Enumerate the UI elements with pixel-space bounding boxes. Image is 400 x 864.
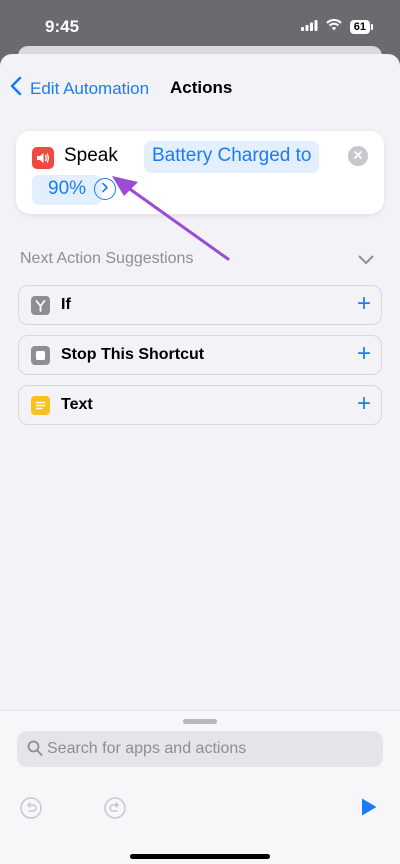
suggestion-text[interactable]: Text + (18, 385, 382, 425)
search-bar[interactable] (17, 731, 383, 767)
add-icon[interactable]: + (357, 390, 371, 418)
redo-icon[interactable] (104, 797, 126, 824)
suggestion-if[interactable]: If + (18, 285, 382, 325)
actions-sheet: Edit Automation Actions Speak Battery Ch… (0, 54, 400, 864)
search-input[interactable] (47, 731, 367, 767)
text-parameter-continued[interactable]: 90% (32, 175, 103, 205)
signal-icon (300, 18, 318, 36)
status-time: 9:45 (45, 17, 80, 36)
undo-icon[interactable] (20, 797, 42, 824)
back-label: Edit Automation (30, 78, 150, 98)
battery-indicator: 61 (349, 20, 374, 34)
chevron-down-icon[interactable] (358, 252, 374, 270)
status-bar: 9:45 61 (0, 0, 400, 44)
play-icon[interactable] (360, 797, 378, 822)
stop-icon (31, 346, 50, 365)
if-icon (31, 296, 50, 315)
speaker-icon (32, 147, 54, 169)
suggestion-stop-this-shortcut[interactable]: Stop This Shortcut + (18, 335, 382, 375)
status-icons: 61 (300, 18, 374, 36)
clear-button[interactable] (348, 146, 368, 166)
page-title: Actions (170, 78, 233, 97)
add-icon[interactable]: + (357, 340, 371, 368)
suggestions-header[interactable]: Next Action Suggestions (20, 248, 380, 272)
add-icon[interactable]: + (357, 290, 371, 318)
suggestion-label: Stop This Shortcut (61, 346, 205, 363)
drag-handle[interactable] (183, 719, 217, 724)
chevron-left-icon (10, 76, 22, 101)
suggestion-label: Text (61, 396, 93, 413)
nav-bar: Edit Automation Actions (0, 76, 400, 100)
home-indicator (130, 854, 270, 859)
suggestion-label: If (61, 296, 71, 313)
bottom-panel (0, 710, 400, 864)
text-icon (31, 396, 50, 415)
wifi-icon (326, 18, 342, 36)
search-icon (27, 740, 43, 762)
suggestions-title: Next Action Suggestions (20, 250, 194, 267)
back-button[interactable]: Edit Automation (10, 76, 149, 101)
close-icon (353, 147, 363, 165)
